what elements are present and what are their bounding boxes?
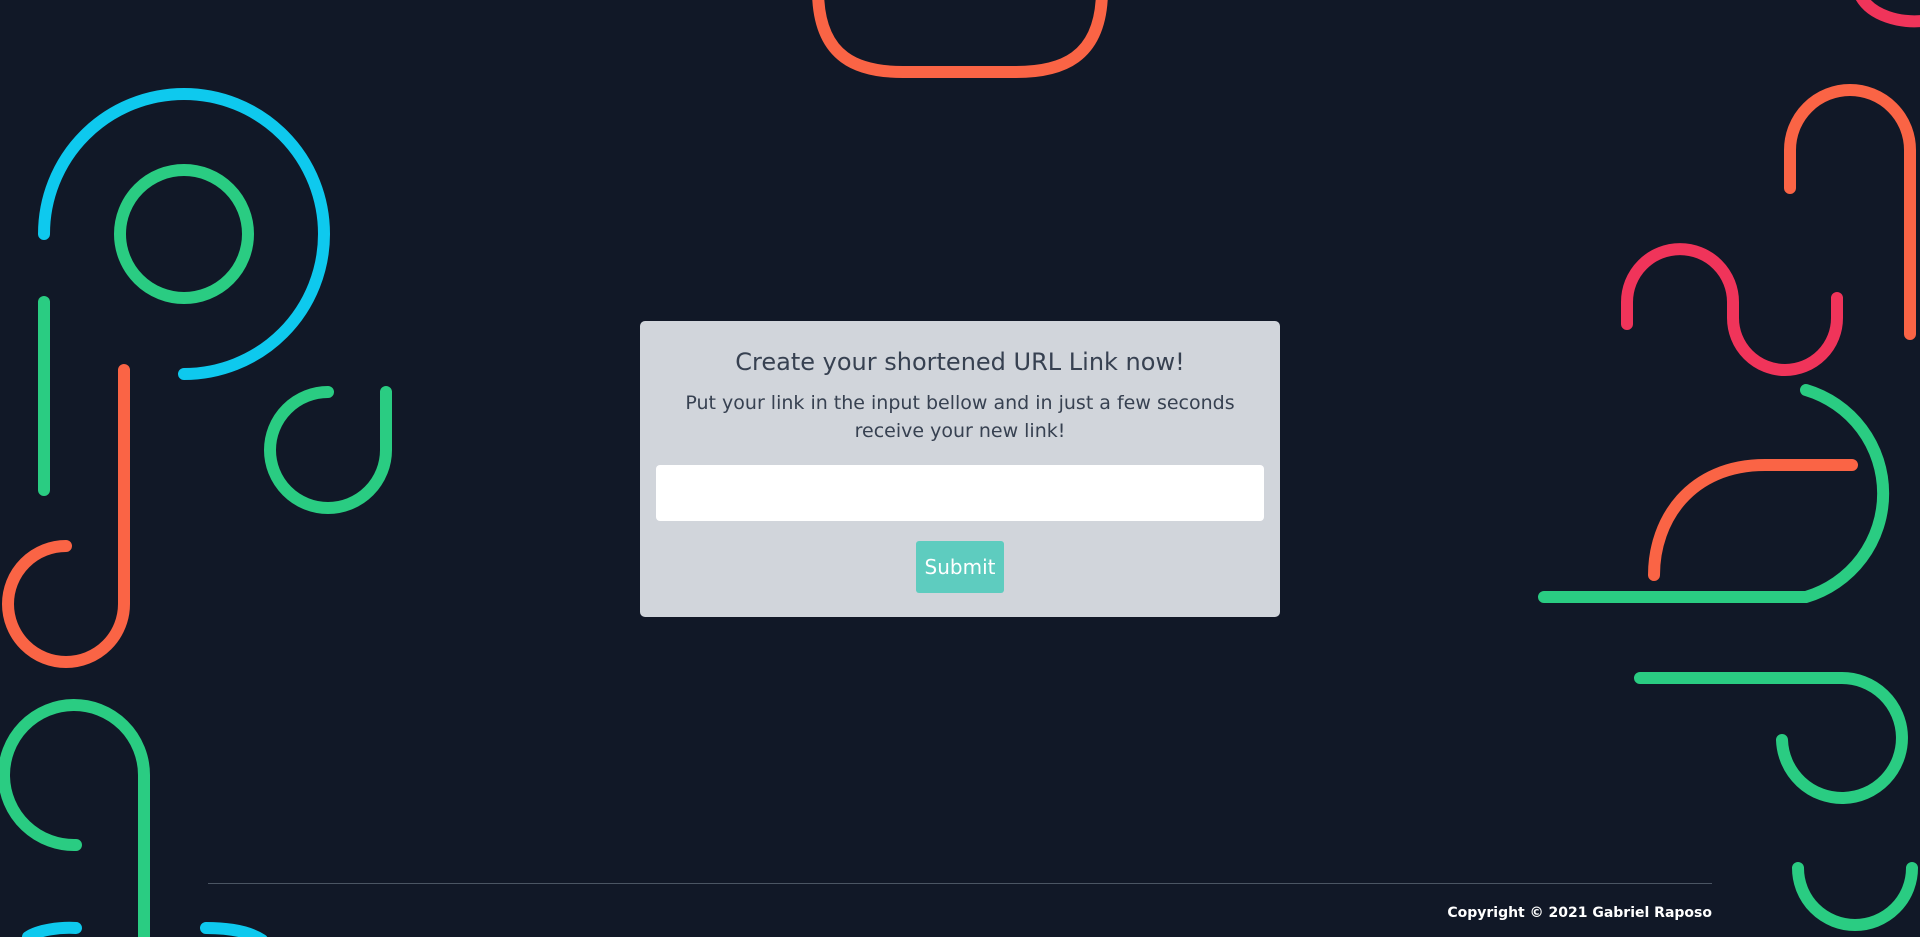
green-hook-bottom-shape: [0, 699, 150, 937]
blue-arc-shape: [38, 88, 330, 380]
orange-u-shape: [812, 0, 1108, 78]
submit-button[interactable]: Submit: [916, 541, 1004, 593]
url-input[interactable]: [656, 465, 1264, 521]
green-hook-shape: [264, 386, 392, 514]
orange-arch-shape: [1784, 84, 1916, 340]
footer-divider: [208, 883, 1712, 884]
pink-arc-shape: [1856, 0, 1920, 28]
page: Create your shortened URL Link now! Put …: [0, 0, 1920, 937]
shorten-url-card: Create your shortened URL Link now! Put …: [640, 321, 1280, 617]
card-description: Put your link in the input bellow and in…: [685, 392, 1235, 442]
green-u-bottom-shape: [1792, 862, 1918, 931]
green-circle-shape: [114, 164, 254, 304]
green-d-shape: [1538, 384, 1890, 603]
card-title: Create your shortened URL Link now!: [735, 348, 1185, 376]
blue-arc-bottom-shape: [22, 921, 82, 937]
copyright-text: Copyright © 2021 Gabriel Raposo: [1447, 905, 1712, 921]
green-j-right-shape: [1634, 671, 1908, 804]
pink-s-shape: [1621, 243, 1843, 376]
blue-arc-bottom2-shape: [200, 922, 268, 937]
orange-arc-right-shape: [1648, 459, 1858, 581]
orange-j-shape: [2, 364, 130, 668]
